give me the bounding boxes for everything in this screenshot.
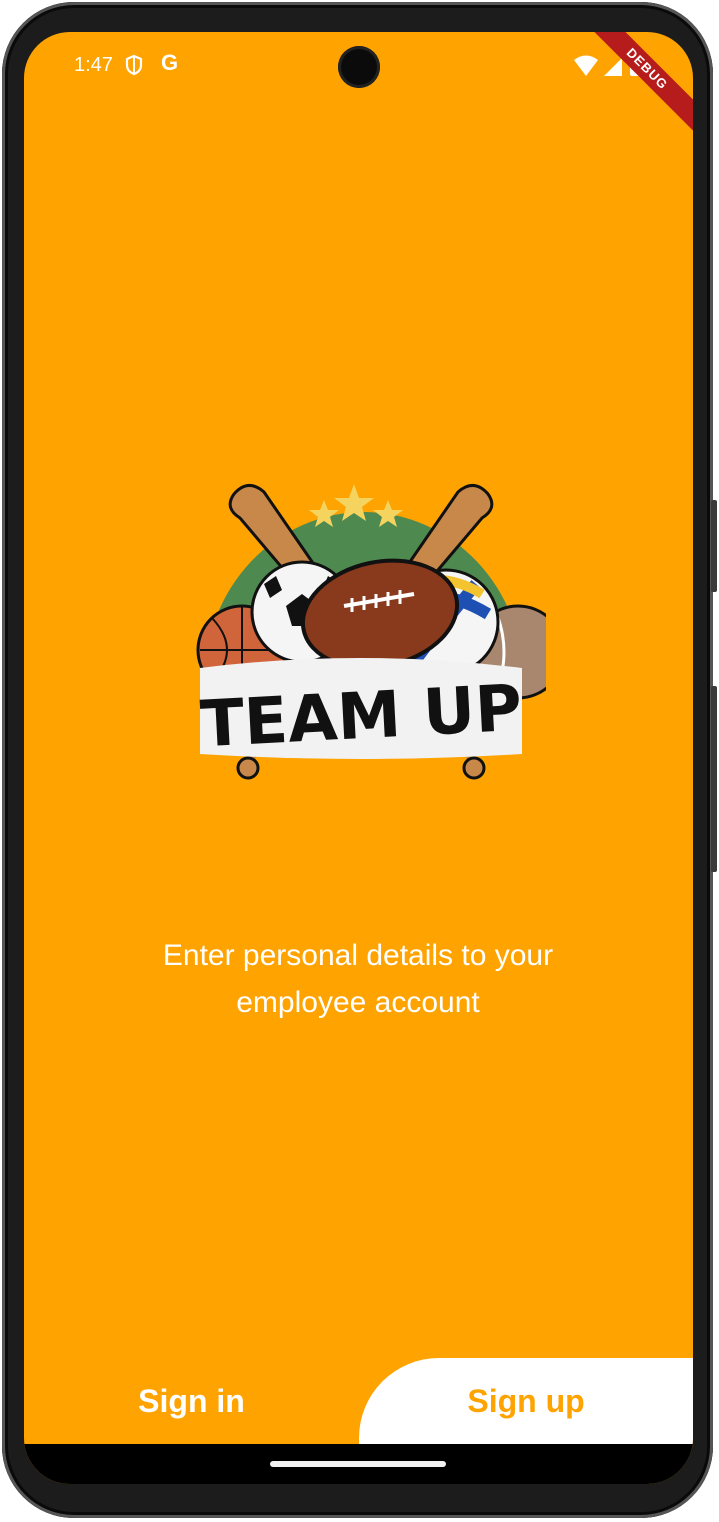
auth-tab-bar: Sign in Sign up bbox=[24, 1358, 693, 1444]
tagline-line-2: employee account bbox=[236, 986, 480, 1019]
google-icon: G bbox=[161, 50, 179, 75]
shield-icon bbox=[124, 54, 144, 81]
volume-button bbox=[711, 686, 717, 872]
app-screen: 1:47 G DEBUG TEAM UP Enter personal deta… bbox=[24, 32, 693, 1484]
phone-frame: 1:47 G DEBUG TEAM UP Enter personal deta… bbox=[2, 2, 717, 1518]
status-time: 1:47 bbox=[74, 54, 113, 76]
sign-up-tab[interactable]: Sign up bbox=[359, 1358, 693, 1444]
tagline-line-1: Enter personal details to your bbox=[162, 939, 554, 972]
front-camera bbox=[338, 46, 380, 88]
signal-icon bbox=[604, 58, 622, 76]
power-button bbox=[711, 500, 717, 592]
debug-banner: DEBUG bbox=[575, 32, 693, 141]
home-indicator[interactable] bbox=[270, 1461, 446, 1467]
tagline: Enter personal details to your employee … bbox=[108, 932, 608, 1026]
status-bar: 1:47 G DEBUG bbox=[24, 32, 693, 141]
wifi-icon bbox=[574, 55, 598, 76]
team-up-logo: TEAM UP bbox=[176, 472, 566, 784]
sign-in-tab[interactable]: Sign in bbox=[24, 1358, 359, 1444]
